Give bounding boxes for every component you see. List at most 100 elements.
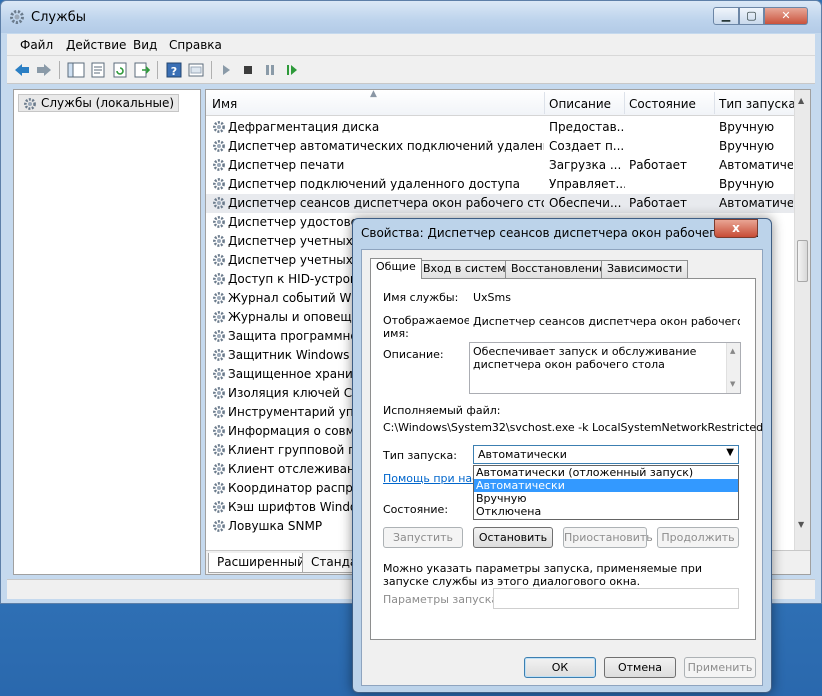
minimize-button[interactable]: ▁ (713, 7, 739, 25)
gear-icon (213, 368, 225, 380)
menu-file[interactable]: Файл (20, 38, 53, 52)
stop-icon[interactable] (239, 61, 257, 79)
console-tree-icon[interactable] (67, 61, 85, 79)
sort-arrow-icon: ▲ (370, 89, 377, 99)
exe-path: C:\Windows\System32\svchost.exe -k Local… (383, 421, 764, 434)
gear-icon (10, 10, 24, 24)
startup-option-manual[interactable]: Вручную (474, 492, 738, 505)
service-name: Дефрагментация диска (228, 120, 380, 134)
title-bar[interactable]: Службы ▁ ▢ ✕ (1, 1, 821, 33)
cancel-button[interactable]: Отмена (604, 657, 676, 678)
gear-icon (213, 235, 225, 247)
service-name: Диспетчер печати (228, 158, 345, 172)
help-link[interactable]: Помощь при наст (383, 472, 485, 485)
startup-option-auto[interactable]: Автоматически (474, 479, 738, 492)
tab-recovery[interactable]: Восстановление (505, 260, 612, 278)
menu-action[interactable]: Действие (66, 38, 126, 52)
maximize-button[interactable]: ▢ (739, 7, 764, 25)
vertical-scrollbar[interactable]: ▲ ▼ (794, 90, 810, 550)
general-tab-page: Имя службы: UxSms Отображаемое имя: Дисп… (370, 278, 763, 640)
gear-icon (213, 140, 225, 152)
service-state: Работает (629, 158, 688, 172)
display-name-label: Отображаемое имя: (383, 314, 471, 340)
tree-pane: Службы (локальные) (13, 89, 201, 575)
forward-arrow-icon[interactable] (35, 61, 53, 79)
state-label: Состояние: (383, 503, 449, 516)
service-name: Диспетчер сеансов диспетчера окон рабоче… (228, 196, 544, 210)
svg-text:?: ? (171, 65, 177, 78)
startup-option-delayed[interactable]: Автоматически (отложенный запуск) (474, 466, 738, 479)
menu-help[interactable]: Справка (169, 38, 222, 52)
description-text: Обеспечивает запуск и обслуживание диспе… (473, 345, 697, 371)
tab-logon[interactable]: Вход в систему (417, 260, 519, 278)
chevron-down-icon[interactable]: ▼ (726, 447, 734, 458)
pause-button[interactable]: Приостановить (563, 527, 653, 548)
service-name: Диспетчер подключений удаленного доступа (228, 177, 520, 191)
description-scrollbar[interactable]: ▲ ▼ (726, 343, 740, 393)
gear-icon (213, 444, 225, 456)
start-params-input[interactable] (493, 588, 739, 609)
display-name-field[interactable]: Диспетчер сеансов диспетчера окон рабоче… (469, 312, 741, 332)
tab-extended[interactable]: Расширенный (208, 553, 314, 573)
tree-item-label: Службы (локальные) (41, 96, 175, 110)
scroll-up-icon[interactable]: ▲ (798, 96, 804, 105)
table-row[interactable]: Диспетчер печати Загрузка ... Работает Авто… (206, 156, 796, 175)
dialog-body: Общие Вход в систему Восстановление Зави… (361, 249, 763, 686)
description-field[interactable]: Обеспечивает запуск и обслуживание диспе… (469, 342, 741, 394)
gear-icon (213, 425, 225, 437)
service-startup-type: Автоматиче... (719, 158, 793, 172)
gear-icon (213, 349, 225, 361)
service-name-label: Имя службы: (383, 291, 459, 304)
service-description: Создает п... (549, 139, 625, 153)
column-name[interactable]: Имя (212, 97, 237, 111)
ok-button[interactable]: ОК (524, 657, 596, 678)
view-icon[interactable] (187, 61, 205, 79)
menu-view[interactable]: Вид (133, 38, 157, 52)
restart-icon[interactable] (283, 61, 301, 79)
start-params-hint: Можно указать параметры запуска, применя… (383, 562, 702, 588)
table-row[interactable]: Дефрагментация диска Предостав... Вручную (206, 118, 796, 137)
scroll-down-icon[interactable]: ▼ (798, 520, 804, 529)
gear-icon (213, 311, 225, 323)
tab-general[interactable]: Общие (370, 258, 422, 279)
start-button[interactable]: Запустить (383, 527, 463, 548)
menu-bar: Файл Действие Вид Справка (7, 34, 815, 56)
gear-icon (213, 273, 225, 285)
table-row[interactable]: Диспетчер подключений удаленного доступа… (206, 175, 796, 194)
startup-type-select[interactable]: Автоматически ▼ (473, 445, 739, 464)
gear-icon (213, 501, 225, 513)
stop-button[interactable]: Остановить (473, 527, 553, 548)
column-startup-type[interactable]: Тип запуска (719, 97, 796, 111)
tree-item-local-services[interactable]: Службы (локальные) (18, 94, 180, 112)
startup-type-value: Автоматически (478, 448, 567, 461)
close-button[interactable]: ✕ (764, 7, 808, 25)
apply-button[interactable]: Применить (684, 657, 756, 678)
exe-label: Исполняемый файл: (383, 404, 501, 417)
gear-icon (213, 463, 225, 475)
dialog-close-button[interactable]: x (714, 219, 758, 238)
properties-icon[interactable] (89, 61, 107, 79)
pause-icon[interactable] (261, 61, 279, 79)
gear-icon (213, 178, 225, 190)
list-header: Имя ▲ Описание Состояние Тип запуска (206, 90, 796, 116)
export-icon[interactable] (133, 61, 151, 79)
startup-option-disabled[interactable]: Отключена (474, 505, 738, 518)
back-arrow-icon[interactable] (13, 61, 31, 79)
scroll-thumb[interactable] (797, 240, 808, 282)
play-icon[interactable] (217, 61, 235, 79)
resume-button[interactable]: Продолжить (657, 527, 739, 548)
gear-icon (213, 121, 225, 133)
help-icon[interactable]: ? (165, 61, 183, 79)
gear-icon (213, 159, 225, 171)
table-row[interactable]: Диспетчер сеансов диспетчера окон рабоче… (206, 194, 796, 213)
service-state: Работает (629, 196, 688, 210)
gear-icon (213, 482, 225, 494)
properties-dialog: Свойства: Диспетчер сеансов диспетчера о… (352, 218, 772, 693)
column-state[interactable]: Состояние (629, 97, 696, 111)
tab-dependencies[interactable]: Зависимости (601, 260, 689, 278)
column-description[interactable]: Описание (549, 97, 611, 111)
refresh-icon[interactable] (111, 61, 129, 79)
table-row[interactable]: Диспетчер автоматических подключений уда… (206, 137, 796, 156)
startup-type-label: Тип запуска: (383, 449, 457, 462)
gear-icon (213, 406, 225, 418)
